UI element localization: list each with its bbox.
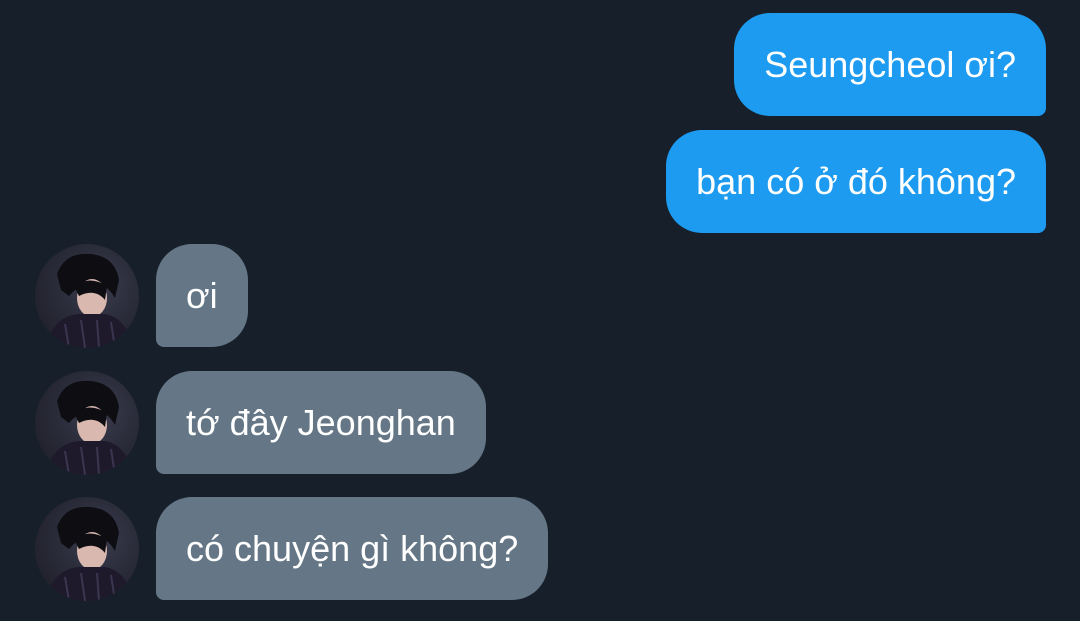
avatar-photo-icon [45, 506, 133, 601]
contact-avatar[interactable] [35, 244, 139, 348]
contact-avatar[interactable] [35, 497, 139, 601]
message-text: bạn có ở đó không? [696, 160, 1016, 202]
received-message-bubble[interactable]: tớ đây Jeonghan [156, 371, 486, 474]
avatar-photo-icon [45, 380, 133, 475]
message-text: có chuyện gì không? [186, 527, 519, 569]
message-text: ơi [186, 274, 218, 316]
received-message-bubble[interactable]: có chuyện gì không? [156, 497, 549, 600]
message-text: tớ đây Jeonghan [186, 401, 456, 443]
message-text: Seungcheol ơi? [764, 43, 1016, 85]
received-message-bubble[interactable]: ơi [156, 244, 248, 347]
sent-message-bubble[interactable]: Seungcheol ơi? [734, 13, 1046, 116]
contact-avatar[interactable] [35, 371, 139, 475]
sent-message-bubble[interactable]: bạn có ở đó không? [666, 130, 1046, 233]
avatar-photo-icon [45, 253, 133, 348]
